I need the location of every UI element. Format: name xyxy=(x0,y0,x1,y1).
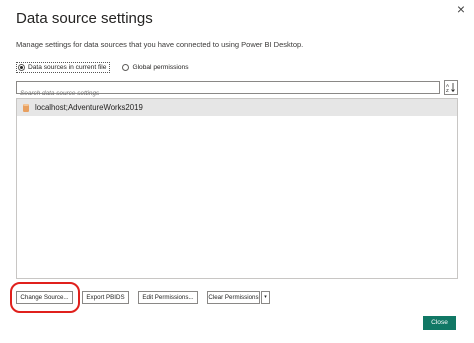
search-field xyxy=(16,81,440,99)
close-button[interactable]: Close xyxy=(423,316,456,330)
radio-global-permissions-label: Global permissions xyxy=(132,63,189,71)
radio-unselected-icon xyxy=(122,63,130,71)
export-pbids-button[interactable]: Export PBIDS xyxy=(82,291,129,304)
chevron-down-icon[interactable]: ▾ xyxy=(261,291,270,304)
sort-az-glyph: A Z xyxy=(446,83,455,93)
data-source-label: localhost;AdventureWorks2019 xyxy=(35,103,143,112)
radio-current-file[interactable]: Data sources in current file xyxy=(16,61,111,73)
data-source-list: localhost;AdventureWorks2019 xyxy=(16,98,458,279)
list-item[interactable]: localhost;AdventureWorks2019 xyxy=(17,99,457,116)
svg-text:Z: Z xyxy=(446,88,449,93)
scope-radio-group: Data sources in current file Global perm… xyxy=(16,61,189,73)
sort-az-icon[interactable]: A Z xyxy=(444,80,458,95)
edit-permissions-button[interactable]: Edit Permissions... xyxy=(138,291,198,304)
radio-current-file-label: Data sources in current file xyxy=(28,63,107,71)
radio-global-permissions[interactable]: Global permissions xyxy=(122,63,189,71)
annotation-highlight xyxy=(10,282,80,313)
data-source-settings-dialog: × Data source settings Manage settings f… xyxy=(0,0,474,343)
clear-permissions-button[interactable]: Clear Permissions xyxy=(207,291,260,304)
radio-selected-icon xyxy=(18,63,25,71)
dialog-subtitle: Manage settings for data sources that yo… xyxy=(16,40,304,49)
database-icon xyxy=(23,103,29,112)
dialog-title: Data source settings xyxy=(16,10,153,27)
close-icon[interactable]: × xyxy=(450,0,472,18)
